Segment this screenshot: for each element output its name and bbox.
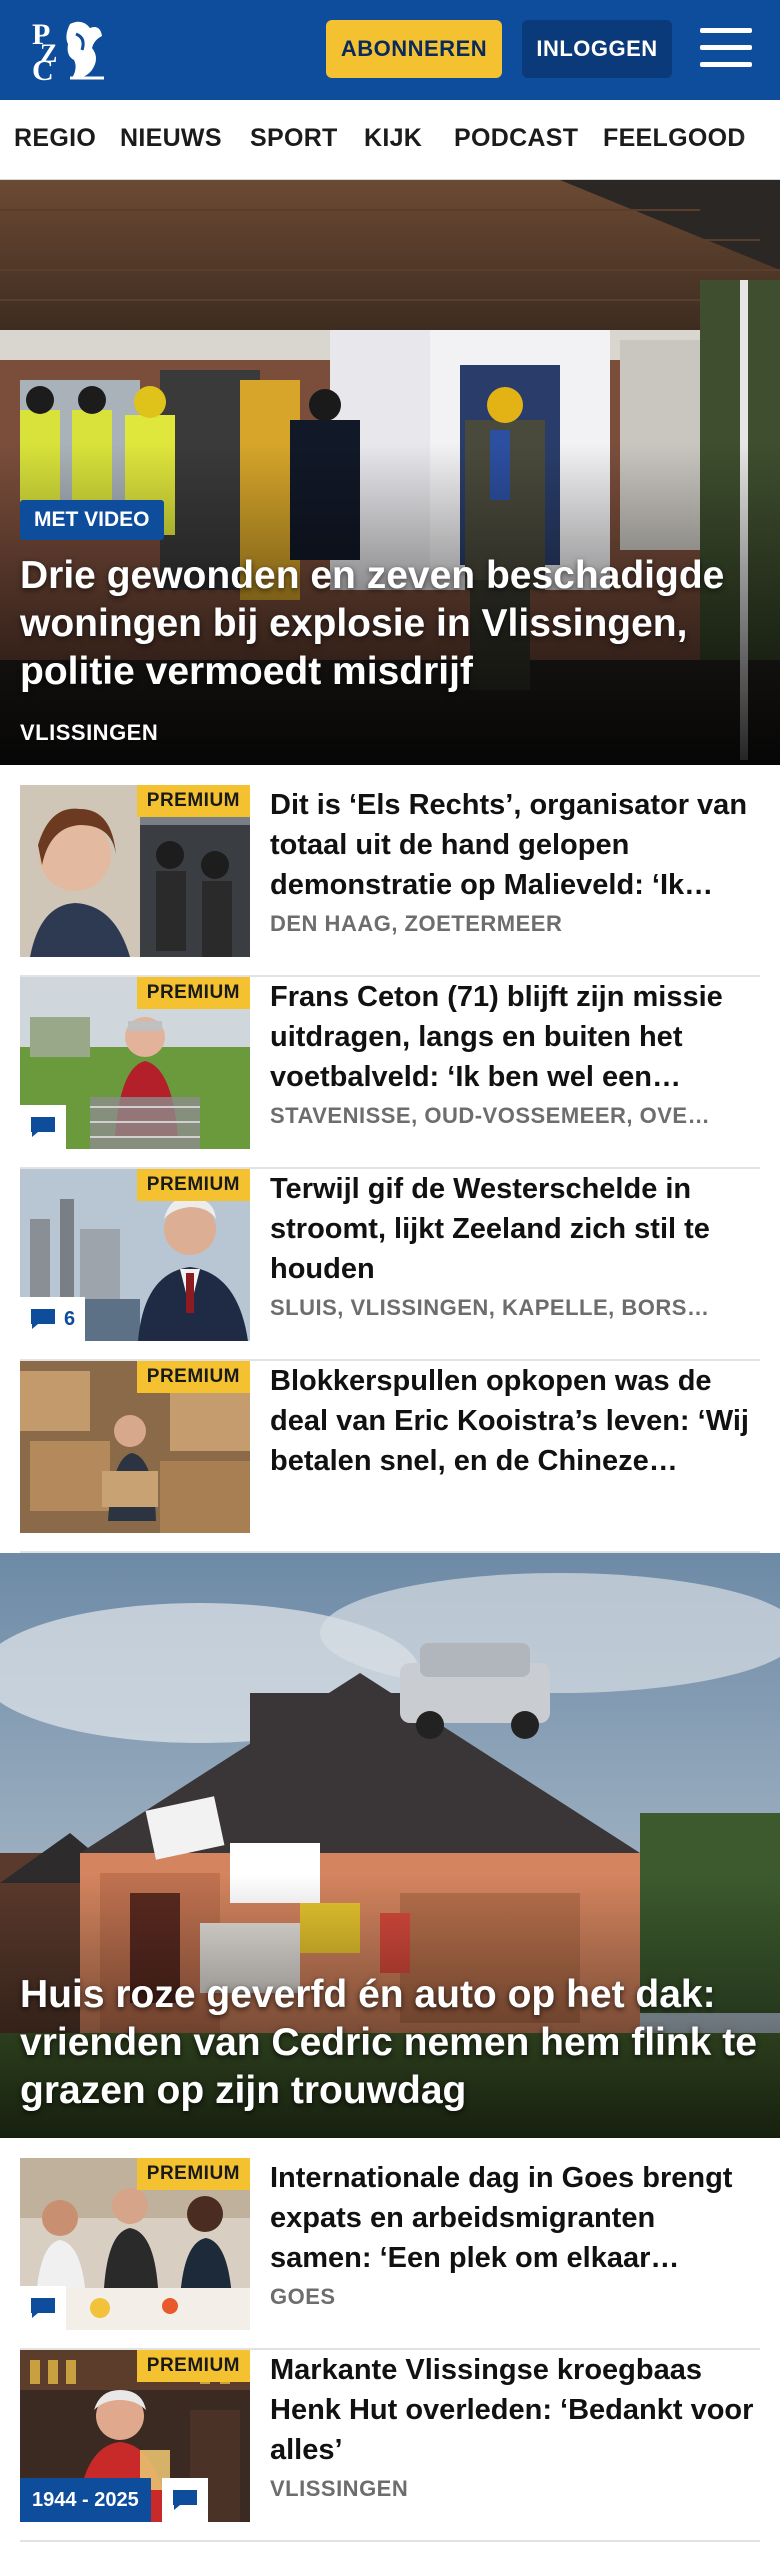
list-item[interactable]: PREMIUM Internationale dag in Goes breng…	[20, 2158, 760, 2350]
article-location: VLISSINGEN	[270, 2476, 409, 2501]
article-title[interactable]: Markante Vlissingse kroegbaas Henk Hut o…	[270, 2350, 760, 2470]
subscribe-button[interactable]: ABONNEREN	[326, 20, 502, 78]
premium-badge: PREMIUM	[136, 1169, 250, 1201]
article-thumbnail: PREMIUM	[20, 1361, 250, 1533]
comment-count: 6	[64, 1307, 76, 1330]
top-header: P C Z ABONNEREN INLOGGEN	[0, 0, 780, 100]
list-item[interactable]: PREMIUM 6 Terwijl gif de Westerschelde i…	[20, 1169, 760, 1361]
article-thumbnail: PREMIUM	[20, 2158, 250, 2330]
article-title[interactable]: Terwijl gif de Westerschelde in stroomt,…	[270, 1169, 760, 1289]
featured-article[interactable]: Huis roze geverfd én auto op het dak: vr…	[0, 1553, 780, 2138]
article-thumbnail: PREMIUM 1944 - 2025	[20, 2350, 250, 2522]
article-location: GOES	[270, 2284, 336, 2309]
premium-badge: PREMIUM	[136, 2350, 250, 2382]
comment-bubble-icon	[30, 2297, 56, 2319]
article-title[interactable]: Dit is ‘Els Rechts’, organisator van tot…	[270, 785, 760, 905]
premium-badge: PREMIUM	[136, 977, 250, 1009]
nav-item-kijk[interactable]: KIJK	[364, 124, 422, 153]
article-location: STAVENISSE, OUD-VOSSEMEER, OVE…	[270, 1103, 711, 1128]
list-item[interactable]: PREMIUM Dit is ‘Els Rechts’, organisator…	[20, 785, 760, 977]
comment-bubble-icon	[30, 1116, 56, 1138]
article-title[interactable]: Frans Ceton (71) blijft zijn missie uitd…	[270, 977, 760, 1097]
video-badge: MET VIDEO	[20, 500, 164, 540]
premium-badge: PREMIUM	[136, 1361, 250, 1393]
list-item[interactable]: PREMIUM 1944 - 2025 Markante Vlissingse …	[20, 2350, 760, 2542]
list-item[interactable]: PREMIUM Blokkerspullen opkopen was de de…	[20, 1361, 760, 1553]
hero-title[interactable]: Drie gewonden en zeven beschadigde wonin…	[20, 552, 760, 696]
hero-location: VLISSINGEN	[20, 720, 159, 745]
article-thumbnail: PREMIUM	[20, 785, 250, 957]
comment-bubble-icon	[172, 2489, 198, 2511]
hero-article[interactable]: MET VIDEO Drie gewonden en zeven beschad…	[0, 180, 780, 765]
nav-item-sport[interactable]: SPORT	[250, 124, 338, 153]
featured-title[interactable]: Huis roze geverfd én auto op het dak: vr…	[20, 1971, 760, 2115]
nav-item-feelgood[interactable]: FEELGOOD	[603, 124, 746, 153]
article-thumbnail: PREMIUM 6	[20, 1169, 250, 1341]
article-thumbnail: PREMIUM	[20, 977, 250, 1149]
comment-badge[interactable]	[20, 2286, 66, 2330]
comment-badge[interactable]	[162, 2478, 208, 2522]
premium-badge: PREMIUM	[136, 785, 250, 817]
hamburger-menu-icon[interactable]	[700, 26, 752, 70]
article-location: DEN HAAG, ZOETERMEER	[270, 911, 563, 936]
section-nav: REGIO NIEUWS SPORT KIJK PODCAST FEELGOOD	[0, 100, 780, 180]
premium-badge: PREMIUM	[136, 2158, 250, 2190]
article-title[interactable]: Internationale dag in Goes brengt expats…	[270, 2158, 760, 2278]
comment-badge[interactable]: 6	[20, 1297, 86, 1341]
life-years-badge: 1944 - 2025	[20, 2478, 151, 2522]
login-button[interactable]: INLOGGEN	[522, 20, 672, 78]
nav-item-regio[interactable]: REGIO	[14, 124, 96, 153]
article-location: SLUIS, VLISSINGEN, KAPELLE, BORS…	[270, 1295, 710, 1320]
article-title[interactable]: Blokkerspullen opkopen was de deal van E…	[270, 1361, 760, 1481]
pzc-logo[interactable]: P C Z	[30, 14, 110, 87]
svg-text:Z: Z	[40, 39, 57, 68]
nav-item-nieuws[interactable]: NIEUWS	[120, 124, 222, 153]
nav-scroll-fade	[740, 100, 780, 179]
comment-badge[interactable]	[20, 1105, 66, 1149]
nav-item-podcast[interactable]: PODCAST	[454, 124, 578, 153]
list-item[interactable]: PREMIUM Frans Ceton (71) blijft zijn mis…	[20, 977, 760, 1169]
comment-bubble-icon	[30, 1308, 56, 1330]
